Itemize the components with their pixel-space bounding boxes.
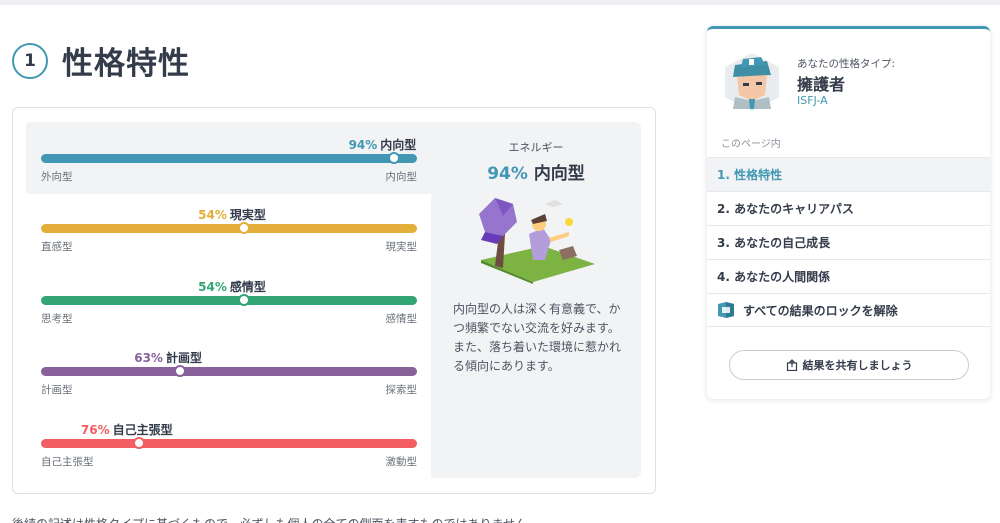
bottom-text: 後続の記述は性格タイプに基づくもので、必ずしも個人の全ての側面を表すものではあり… bbox=[12, 515, 539, 523]
share-icon bbox=[786, 359, 797, 371]
trait-right-pole: 激動型 bbox=[385, 456, 418, 468]
unlock-all-button[interactable]: すべての結果のロックを解除 bbox=[707, 293, 990, 327]
trait-right-pole: 内向型 bbox=[385, 171, 418, 183]
trait-bar bbox=[41, 154, 417, 163]
type-name: 擁護者 bbox=[797, 75, 846, 94]
trait-right-pole: 現実型 bbox=[385, 241, 418, 253]
toc-item-traits[interactable]: 1. 性格特性 bbox=[707, 157, 990, 191]
section-number: 1 bbox=[12, 42, 48, 79]
type-caption: あなたの性格タイプ: bbox=[797, 58, 896, 70]
trait-bar bbox=[41, 296, 417, 305]
toc-item-growth[interactable]: 3. あなたの自己成長 bbox=[707, 225, 990, 259]
table-of-contents: 1. 性格特性 2. あなたのキャリアパス 3. あなたの自己成長 4. あなた… bbox=[707, 157, 990, 327]
trait-name: 計画型 bbox=[165, 351, 202, 365]
section-header: 1 性格特性 bbox=[12, 38, 190, 83]
trait-marker bbox=[388, 152, 401, 164]
trait-name: 現実型 bbox=[229, 208, 266, 222]
toc-item-career[interactable]: 2. あなたのキャリアパス bbox=[707, 191, 990, 225]
trait-label: 54% 現実型 bbox=[198, 206, 266, 223]
trait-name: 自己主張型 bbox=[112, 423, 173, 437]
section-title: 性格特性 bbox=[62, 46, 190, 82]
type-code[interactable]: ISFJ-A bbox=[797, 94, 828, 107]
unlock-label: すべての結果のロックを解除 bbox=[743, 303, 898, 318]
introvert-illustration bbox=[479, 198, 595, 284]
detail-pct: 94% bbox=[487, 164, 528, 184]
trait-label: 63% 計画型 bbox=[134, 349, 202, 366]
detail-name: 内向型 bbox=[533, 164, 585, 184]
trait-left-pole: 直感型 bbox=[41, 241, 73, 253]
detail-description: 内向型の人は深く有意義で、かつ頻繁でない交流を好みます。また、落ち着いた環境に惹… bbox=[453, 302, 622, 373]
traits-card: 94% 内向型 外向型 内向型 54% 現実型 直感型 現実型 54% 感情型 思考型 感情型 63% 計… bbox=[12, 107, 656, 494]
trait-left-pole: 外向型 bbox=[41, 171, 73, 183]
trait-marker bbox=[132, 437, 145, 449]
trait-right-pole: 感情型 bbox=[385, 313, 418, 325]
trait-bar bbox=[41, 439, 417, 448]
detail-value: 94% 内向型 bbox=[431, 159, 641, 184]
trait-percent: 54% bbox=[198, 208, 227, 222]
trait-label: 94% 内向型 bbox=[349, 136, 417, 153]
isfj-avatar bbox=[725, 53, 779, 111]
trait-percent: 94% bbox=[348, 138, 378, 152]
trait-percent: 63% bbox=[134, 351, 163, 365]
trait-marker bbox=[238, 222, 251, 234]
detail-label: エネルギー bbox=[508, 141, 564, 154]
share-results-button[interactable]: 結果を共有しましょう bbox=[729, 350, 969, 380]
trait-percent: 54% bbox=[198, 280, 227, 294]
sidebar-card: あなたの性格タイプ: 擁護者 ISFJ-A このページ内 1. 性格特性 2. … bbox=[707, 26, 990, 399]
trait-left-pole: 思考型 bbox=[41, 313, 73, 325]
trait-name: 感情型 bbox=[229, 280, 266, 294]
toc-caption: このページ内 bbox=[721, 139, 781, 150]
trait-marker bbox=[174, 365, 187, 377]
trait-left-pole: 自己主張型 bbox=[41, 456, 94, 468]
trait-name: 内向型 bbox=[380, 138, 417, 152]
trait-marker bbox=[238, 294, 251, 306]
top-bar bbox=[0, 0, 1000, 5]
trait-bar bbox=[41, 224, 417, 233]
trait-detail-panel: エネルギー 94% 内向型 内向型の人は深く有意義で、かつ頻繁でない交流を好みま… bbox=[431, 122, 641, 478]
share-label: 結果を共有しましょう bbox=[802, 359, 913, 372]
trait-bar bbox=[41, 367, 417, 376]
trait-label: 76% 自己主張型 bbox=[81, 421, 173, 438]
toc-item-relationships[interactable]: 4. あなたの人間関係 bbox=[707, 259, 990, 293]
trait-right-pole: 探索型 bbox=[385, 384, 418, 396]
trait-percent: 76% bbox=[80, 423, 110, 437]
puzzle-icon bbox=[718, 302, 734, 318]
trait-left-pole: 計画型 bbox=[41, 384, 73, 396]
trait-label: 54% 感情型 bbox=[198, 278, 266, 295]
